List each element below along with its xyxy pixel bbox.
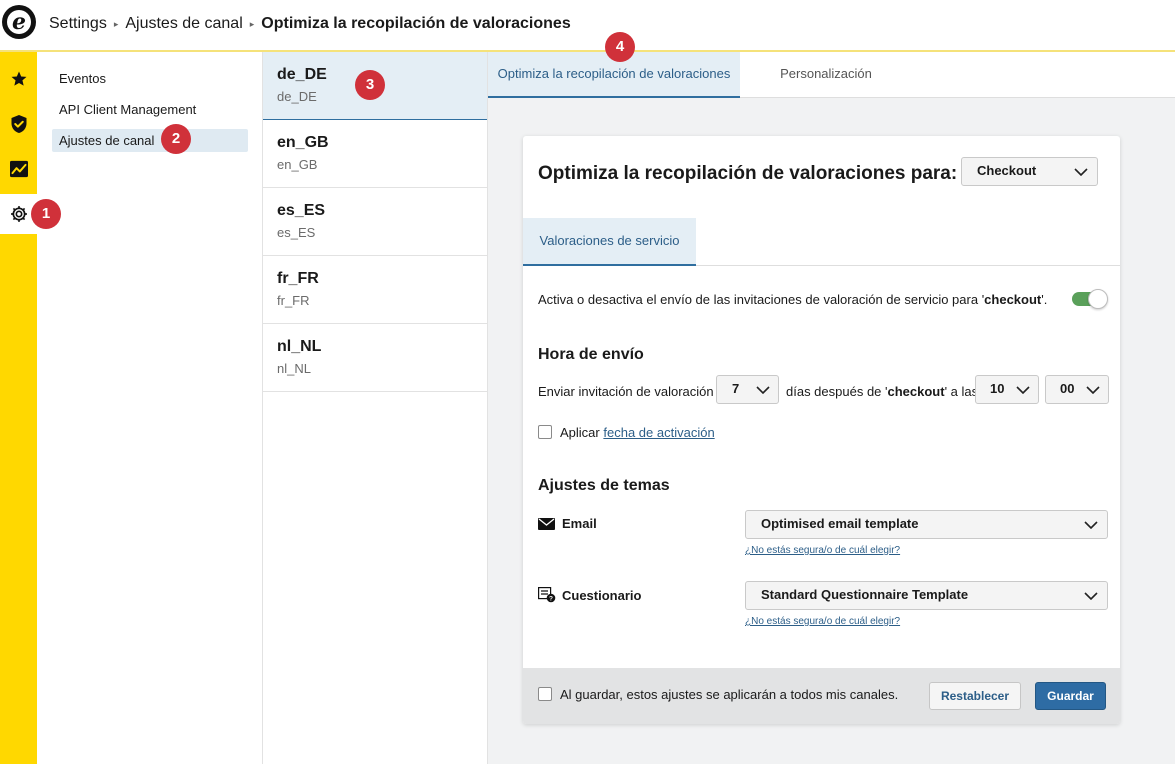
locale-code: es_ES [277,225,316,240]
hour-select-value: 10 [990,381,1005,396]
shield-check-icon [11,115,26,133]
subtab-service-reviews[interactable]: Valoraciones de servicio [523,218,696,266]
breadcrumb-settings[interactable]: Settings [49,15,107,33]
themes-heading: Ajustes de temas [538,477,670,494]
settings-nav: Eventos API Client Management Ajustes de… [37,52,263,764]
chevron-down-icon [756,376,770,403]
questionnaire-icon: ? [538,587,556,603]
days-text-bold: checkout [887,384,945,399]
locale-name: en_GB [277,134,329,151]
email-template-value: Optimised email template [761,516,919,531]
minute-select-value: 00 [1060,381,1075,396]
card-footer: Al guardar, estos ajustes se aplicarán a… [523,668,1120,724]
tab-personalization[interactable]: Personalización [740,52,912,98]
card-title: Optimiza la recopilación de valoraciones… [538,163,958,184]
apply-label: Aplicar [560,425,600,440]
locale-name: nl_NL [277,338,322,355]
email-label: Email [562,516,597,531]
annotation-marker-1: 1 [31,199,61,229]
breadcrumb-channel-settings[interactable]: Ajustes de canal [125,15,242,33]
breadcrumb-separator: ▸ [249,18,255,29]
locale-item-es-es[interactable]: es_ES es_ES [263,188,487,256]
locale-list: de_DE de_DE en_GB en_GB es_ES es_ES fr_F… [263,52,488,764]
minute-select[interactable]: 00 [1045,375,1109,404]
breadcrumb: Settings ▸ Ajustes de canal ▸ Optimiza l… [49,15,571,33]
locale-item-en-gb[interactable]: en_GB en_GB [263,120,487,188]
questionnaire-template-select[interactable]: Standard Questionnaire Template [745,581,1108,610]
breadcrumb-separator: ▸ [113,18,119,29]
days-text-prefix: días después de ' [786,384,888,399]
chevron-down-icon [1084,511,1098,538]
days-after-label: días después de 'checkout' a las [786,384,978,399]
days-select-value: 7 [732,381,740,396]
nav-item-channel-settings[interactable]: Ajustes de canal [52,129,248,152]
apply-activation-label: Aplicar fecha de activación [560,425,715,440]
apply-all-channels-checkbox[interactable] [538,687,552,701]
save-button[interactable]: Guardar [1035,682,1106,710]
questionnaire-template-value: Standard Questionnaire Template [761,587,969,602]
chevron-down-icon [1084,582,1098,609]
toggle-text-suffix: '. [1041,292,1048,307]
locale-item-fr-fr[interactable]: fr_FR fr_FR [263,256,487,324]
envelope-icon [538,517,555,530]
top-bar: e Settings ▸ Ajustes de canal ▸ Optimiza… [0,0,1175,52]
star-icon [11,71,26,86]
chart-trend-icon [9,160,28,178]
rail-item-reviews[interactable] [0,59,37,99]
toggle-text-prefix: Activa o desactiva el envío de las invit… [538,292,985,307]
questionnaire-row-label: ? Cuestionario [538,587,641,603]
send-time-heading: Hora de envío [538,346,644,363]
hour-select[interactable]: 10 [975,375,1039,404]
days-select[interactable]: 7 [716,375,779,404]
apply-all-channels-label: Al guardar, estos ajustes se aplicarán a… [560,687,899,702]
questionnaire-label: Cuestionario [562,587,642,603]
email-template-select[interactable]: Optimised email template [745,510,1108,539]
annotation-marker-2: 2 [161,124,191,154]
activation-date-link[interactable]: fecha de activación [603,425,714,440]
service-invite-toggle[interactable] [1072,289,1108,309]
reset-button[interactable]: Restablecer [929,682,1021,710]
locale-name: fr_FR [277,270,319,287]
send-prefix-label: Enviar invitación de valoración [538,384,714,399]
locale-code: en_GB [277,157,318,172]
toggle-knob [1088,289,1108,309]
locale-item-nl-nl[interactable]: nl_NL nl_NL [263,324,487,392]
annotation-marker-4: 4 [605,32,635,62]
chevron-down-icon [1016,376,1030,403]
trigger-select-value: Checkout [977,163,1037,178]
trustedshops-logo[interactable]: e [2,5,36,39]
locale-code: nl_NL [277,361,311,376]
settings-card: Optimiza la recopilación de valoraciones… [523,136,1120,724]
email-help-link[interactable]: ¿No estás segura/o de cuál elegir? [745,545,900,556]
apply-activation-checkbox[interactable] [538,425,552,439]
breadcrumb-current: Optimiza la recopilación de valoraciones [261,15,571,32]
logo-letter: e [12,9,26,35]
chevron-down-icon [1074,158,1088,185]
toggle-text-bold: checkout [984,292,1042,307]
tab-bar: Optimiza la recopilación de valoraciones… [488,52,1175,98]
rail-item-analytics[interactable] [0,149,37,189]
annotation-marker-3: 3 [355,70,385,100]
toggle-description: Activa o desactiva el envío de las invit… [538,292,1058,307]
trigger-select[interactable]: Checkout [961,157,1098,186]
locale-code: fr_FR [277,293,310,308]
left-rail [0,52,37,764]
email-row-label: Email [538,516,597,531]
days-text-suffix: ' a las [944,384,979,399]
questionnaire-help-link[interactable]: ¿No estás segura/o de cuál elegir? [745,616,900,627]
main-content: Optimiza la recopilación de valoraciones… [488,52,1175,764]
gear-icon [10,206,27,222]
svg-text:?: ? [549,595,553,602]
rail-item-trust[interactable] [0,104,37,144]
subtab-bar: Valoraciones de servicio [523,218,1120,266]
nav-item-events[interactable]: Eventos [52,67,248,90]
locale-name: es_ES [277,202,326,219]
nav-item-api-client-management[interactable]: API Client Management [52,98,248,121]
chevron-down-icon [1086,376,1100,403]
